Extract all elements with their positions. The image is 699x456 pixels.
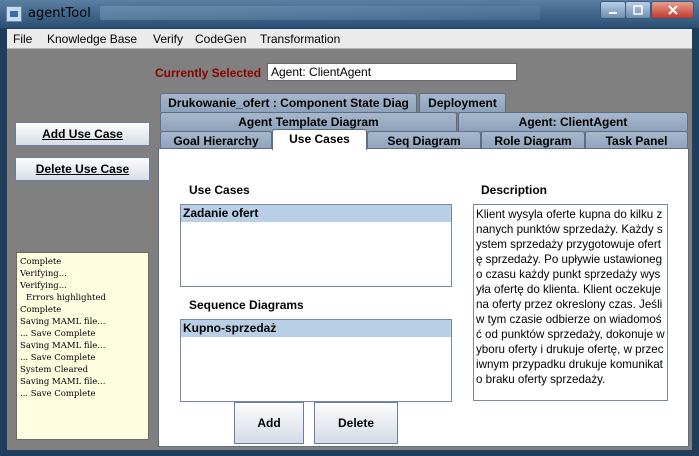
log-line: Verifying... (20, 281, 67, 291)
title-bar: agentTool (0, 0, 699, 28)
menu-knowledge-base[interactable]: Knowledge Base (47, 32, 137, 46)
sequence-diagram-list[interactable]: Kupno-sprzedaż (180, 319, 452, 402)
use-case-list[interactable]: Zadanie ofert (180, 204, 452, 287)
delete-sequence-button[interactable]: Delete (314, 402, 398, 444)
use-cases-heading: Use Cases (189, 183, 250, 197)
tab-deployment[interactable]: Deployment (419, 93, 506, 112)
app-icon (6, 6, 22, 22)
use-cases-panel: Use Cases Zadanie ofert Sequence Diagram… (158, 148, 689, 447)
close-icon (667, 5, 678, 15)
maximize-icon (633, 5, 643, 15)
minimize-icon (609, 12, 617, 14)
log-line: Complete (20, 305, 62, 315)
tab-use-cases[interactable]: Use Cases (272, 129, 367, 150)
minimize-button[interactable] (600, 1, 626, 19)
list-item[interactable]: Kupno-sprzedaż (181, 320, 451, 337)
list-item[interactable]: Zadanie ofert (181, 205, 451, 222)
log-line: ... Save Complete (20, 389, 96, 399)
log-line: Errors highlighted (26, 293, 106, 303)
add-use-case-button[interactable]: Add Use Case (15, 122, 150, 146)
log-line: ... Save Complete (20, 329, 96, 339)
description-text: Klient wysyla oferte kupna do kilku znan… (476, 208, 665, 386)
description-heading: Description (481, 183, 548, 197)
taskbar-ghost (100, 6, 540, 20)
app-client: File Knowledge Base Verify CodeGen Trans… (7, 29, 692, 450)
currently-selected-field[interactable]: Agent: ClientAgent (267, 63, 517, 81)
description-text-area[interactable]: Klient wysyla oferte kupna do kilku znan… (473, 204, 668, 401)
log-line: Saving MAML file... (20, 377, 106, 387)
add-sequence-button[interactable]: Add (234, 402, 304, 444)
menu-codegen[interactable]: CodeGen (195, 32, 246, 46)
tab-agent-clientagent[interactable]: Agent: ClientAgent (458, 112, 688, 131)
message-log: Complete Verifying... Verifying... Error… (16, 252, 149, 440)
tab-component-state-diag[interactable]: Drukowanie_ofert : Component State Diag (160, 93, 417, 112)
currently-selected-label: Currently Selected (155, 66, 262, 80)
menu-bar: File Knowledge Base Verify CodeGen Trans… (7, 29, 692, 49)
sequence-diagrams-heading: Sequence Diagrams (189, 298, 304, 312)
maximize-button[interactable] (625, 1, 651, 19)
log-line: ... Save Complete (20, 353, 96, 363)
log-line: Saving MAML file... (20, 317, 106, 327)
menu-transformation[interactable]: Transformation (260, 32, 340, 46)
close-button[interactable] (651, 1, 694, 19)
log-line: Complete (20, 257, 62, 267)
window-title: agentTool (28, 6, 91, 21)
log-line: System Cleared (20, 365, 89, 375)
delete-use-case-button[interactable]: Delete Use Case (15, 157, 150, 181)
menu-file[interactable]: File (13, 32, 32, 46)
menu-verify[interactable]: Verify (153, 32, 183, 46)
log-line: Saving MAML file... (20, 341, 106, 351)
log-line: Verifying... (20, 269, 67, 279)
